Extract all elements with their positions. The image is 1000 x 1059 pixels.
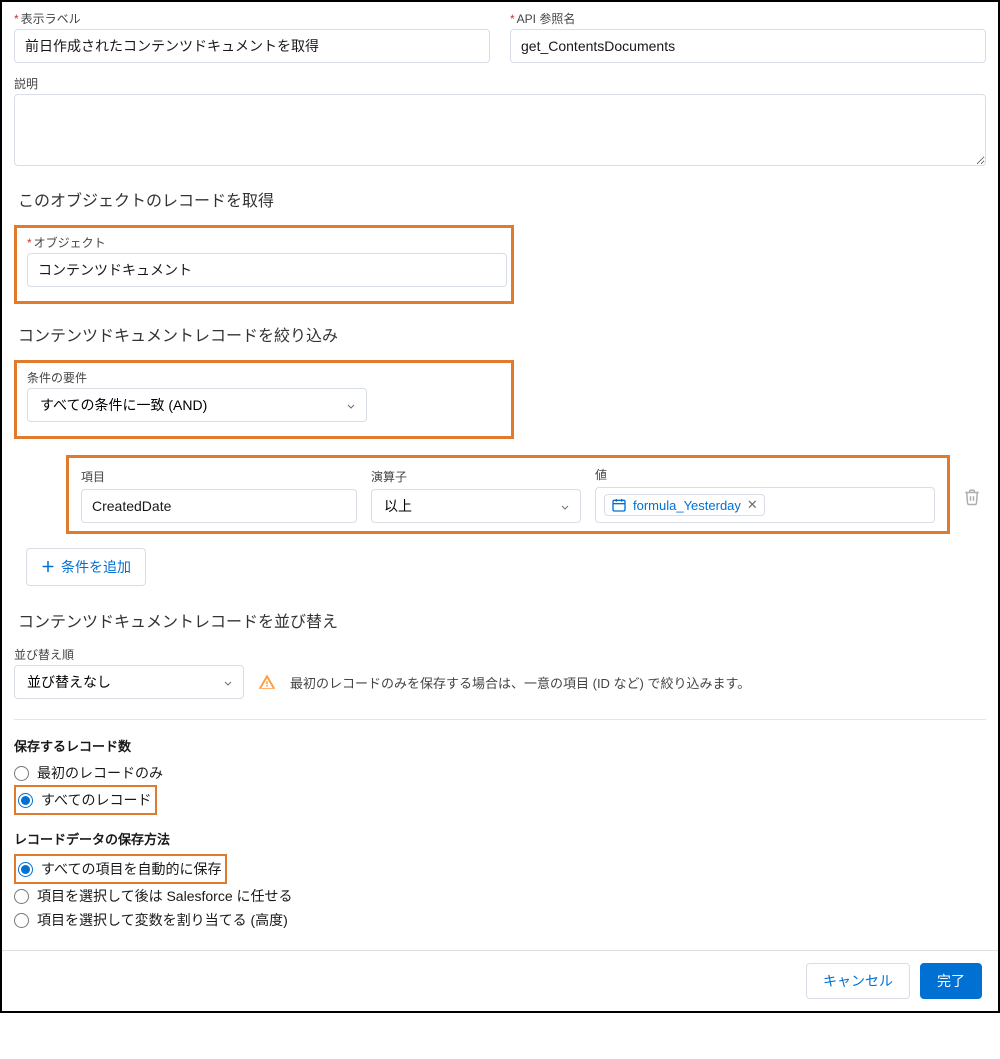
radio-method-choose-var[interactable]: 項目を選択して変数を割り当てる (高度) [14, 908, 986, 932]
radio-choose-var-label: 項目を選択して変数を割り当てる (高度) [37, 910, 288, 930]
display-label-label: 表示ラベル [14, 10, 490, 27]
radio-choose-sf-label: 項目を選択して後は Salesforce に任せる [37, 886, 293, 906]
calendar-icon [611, 497, 627, 513]
filter-field-input[interactable] [81, 489, 357, 523]
display-label-input[interactable] [14, 29, 490, 63]
cancel-button[interactable]: キャンセル [806, 963, 910, 999]
filter-operator-label: 演算子 [371, 468, 581, 485]
warning-icon [258, 673, 276, 691]
sort-order-select[interactable]: 並び替えなし [14, 665, 244, 699]
condition-logic-select[interactable]: すべての条件に一致 (AND) [27, 388, 367, 422]
store-method-title: レコードデータの保存方法 [14, 829, 986, 848]
store-count-title: 保存するレコード数 [14, 736, 986, 755]
radio-method-choose-sf[interactable]: 項目を選択して後は Salesforce に任せる [14, 884, 986, 908]
api-name-input[interactable] [510, 29, 986, 63]
object-input[interactable] [27, 253, 507, 287]
radio-all-label: すべてのレコード [41, 790, 151, 810]
section-object-title: このオブジェクトのレコードを取得 [14, 187, 986, 211]
value-pill[interactable]: formula_Yesterday ✕ [604, 494, 765, 516]
trash-icon[interactable] [958, 483, 986, 511]
description-textarea[interactable] [14, 94, 986, 166]
filter-operator-select[interactable]: 以上 [371, 489, 581, 523]
sort-help-text: 最初のレコードのみを保存する場合は、一意の項目 (ID など) で絞り込みます。 [290, 673, 750, 692]
api-name-label: API 参照名 [510, 10, 986, 27]
radio-all-records[interactable]: すべてのレコード [18, 788, 151, 812]
section-sort-title: コンテンツドキュメントレコードを並び替え [14, 608, 986, 632]
done-button[interactable]: 完了 [920, 963, 982, 999]
plus-icon: ＋ [41, 557, 55, 577]
radio-method-auto[interactable]: すべての項目を自動的に保存 [18, 857, 221, 881]
condition-req-label: 条件の要件 [27, 369, 501, 386]
add-condition-label: 条件を追加 [61, 557, 131, 577]
object-label: オブジェクト [27, 234, 501, 251]
filter-value-input[interactable]: formula_Yesterday ✕ [595, 487, 935, 523]
description-label: 説明 [14, 75, 986, 92]
section-filter-title: コンテンツドキュメントレコードを絞り込み [14, 322, 986, 346]
close-icon[interactable]: ✕ [747, 497, 758, 513]
radio-auto-label: すべての項目を自動的に保存 [41, 859, 221, 879]
radio-first-record[interactable]: 最初のレコードのみ [14, 761, 986, 785]
radio-first-label: 最初のレコードのみ [37, 763, 163, 783]
value-pill-label: formula_Yesterday [633, 498, 741, 513]
add-condition-button[interactable]: ＋ 条件を追加 [26, 548, 146, 586]
sort-order-label: 並び替え順 [14, 646, 986, 663]
filter-field-label: 項目 [81, 468, 357, 485]
filter-value-label: 値 [595, 466, 935, 483]
